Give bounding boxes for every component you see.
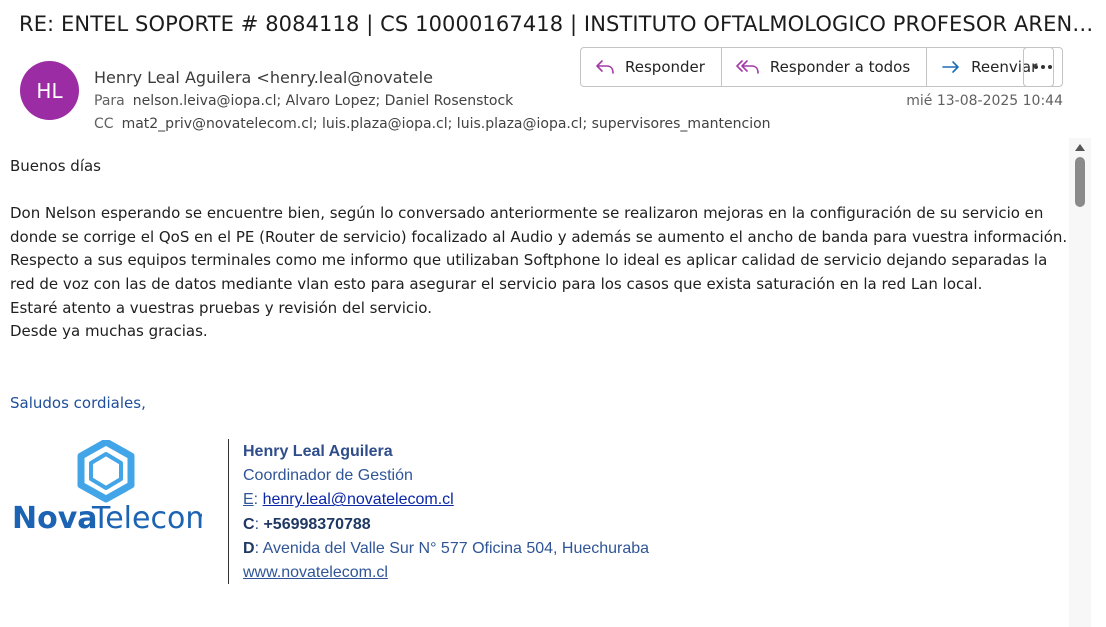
body-paragraph-2: Respecto a sus equipos terminales como m… — [10, 251, 1048, 293]
to-label: Para — [94, 93, 125, 109]
email-signature: Henry Leal Aguilera Coordinador de Gesti… — [243, 440, 649, 585]
to-list[interactable]: nelson.leiva@iopa.cl; Alvaro Lopez; Dani… — [133, 93, 514, 109]
body-paragraph-3: Estaré atento a vuestras pruebas y revis… — [10, 298, 432, 317]
sender-name[interactable]: Henry Leal Aguilera <henry.leal@novatele… — [94, 68, 434, 87]
sent-date: mié 13-08-2025 10:44 — [906, 93, 1063, 109]
forward-arrow-icon — [942, 61, 959, 73]
reply-icon — [596, 60, 614, 74]
cc-label: CC — [94, 116, 114, 132]
phone-label: C — [243, 515, 255, 533]
signature-address: Avenida del Valle Sur N° 577 Oficina 504… — [262, 539, 650, 557]
body-paragraph-4: Desde ya muchas gracias. — [10, 322, 208, 341]
signature-email-row: E: henry.leal@novatelecom.cl — [243, 491, 454, 509]
reply-all-icon — [736, 60, 759, 74]
vertical-scrollbar[interactable] — [1069, 138, 1091, 627]
logo-telecom-text: Telecom — [91, 501, 202, 536]
scroll-up-arrow-icon[interactable] — [1075, 144, 1085, 151]
signature-address-row: D: Avenida del Valle Sur N° 577 Oficina … — [243, 539, 650, 557]
body-paragraph-1: Don Nelson esperando se encuentre bien, … — [10, 204, 1068, 246]
more-options-icon — [1034, 65, 1052, 69]
to-recipients: Para nelson.leiva@iopa.cl; Alvaro Lopez; … — [94, 93, 513, 109]
scroll-thumb[interactable] — [1075, 157, 1085, 207]
cc-list[interactable]: mat2_priv@novatelecom.cl; luis.plaza@iop… — [122, 116, 771, 132]
address-label: D — [243, 539, 255, 557]
reply-button[interactable]: Responder — [581, 48, 722, 86]
signature-phone-row: C: +56998370788 — [243, 515, 371, 533]
reply-all-button[interactable]: Responder a todos — [722, 48, 928, 86]
signature-divider — [228, 439, 229, 584]
more-options-button[interactable] — [1023, 47, 1063, 87]
reply-label: Responder — [625, 58, 705, 76]
signature-phone[interactable]: +56998370788 — [263, 516, 370, 533]
greeting-text: Buenos días — [10, 157, 101, 175]
novatelecom-logo: Nova Telecom — [12, 438, 215, 540]
email-label: E — [243, 491, 254, 509]
cc-recipients: CC mat2_priv@novatelecom.cl; luis.plaza@i… — [94, 116, 771, 132]
logo-nova-text: Nova — [12, 501, 98, 536]
reply-actions: Responder Responder a todos Reenviar — [580, 47, 1055, 87]
signature-role: Coordinador de Gestión — [243, 467, 413, 485]
signature-website-link[interactable]: www.novatelecom.cl — [243, 561, 649, 585]
closing-text: Saludos cordiales, — [10, 394, 146, 412]
message-body: Buenos días Don Nelson esperando se encu… — [10, 155, 1068, 344]
email-subject: RE: ENTEL SOPORTE # 8084118 | CS 1000016… — [19, 12, 1094, 36]
sender-avatar[interactable]: HL — [20, 61, 79, 120]
reply-all-label: Responder a todos — [769, 58, 911, 76]
hexagon-logo-icon: Nova Telecom — [12, 438, 215, 536]
signature-email-link[interactable]: henry.leal@novatelecom.cl — [263, 491, 454, 508]
signature-name: Henry Leal Aguilera — [243, 443, 393, 460]
